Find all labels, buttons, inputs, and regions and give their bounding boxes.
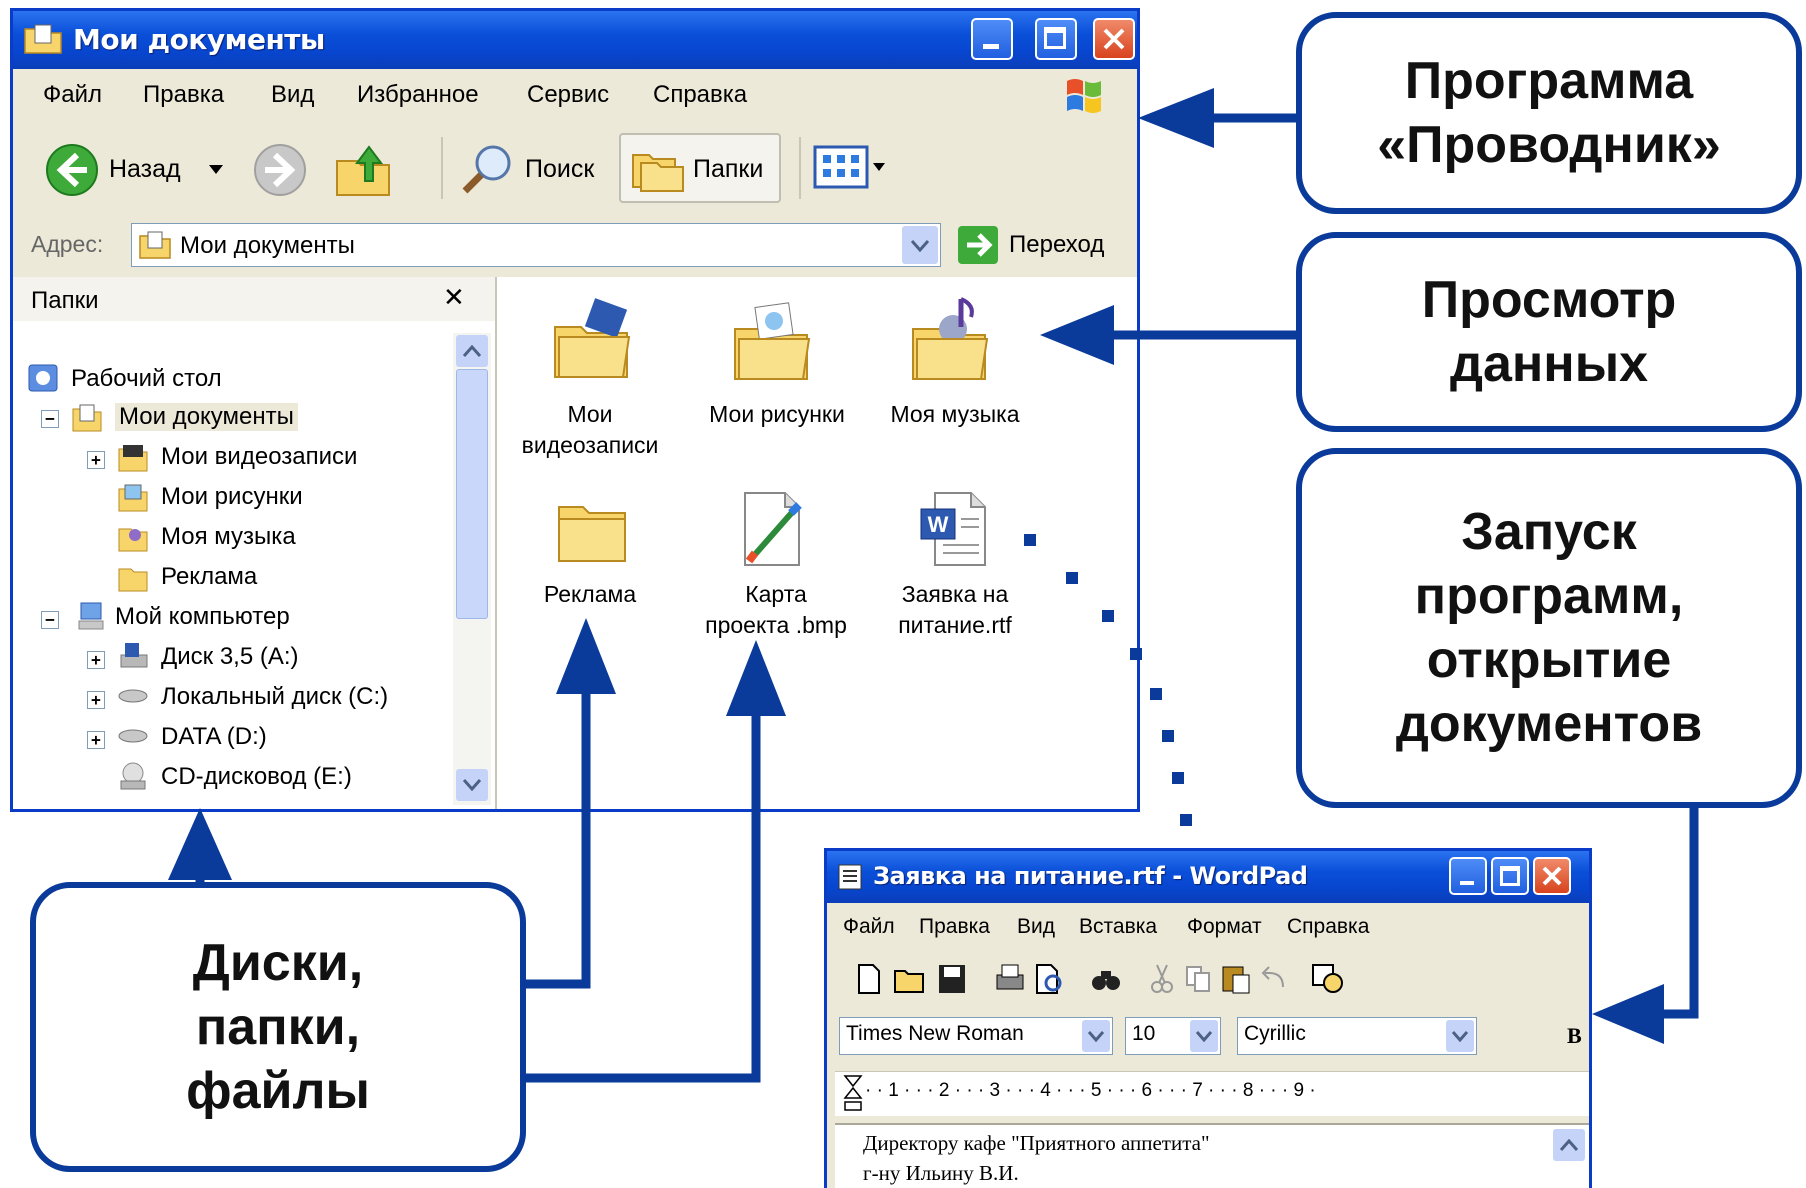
chevron-down-icon xyxy=(1196,1031,1212,1043)
arrowhead-explorer xyxy=(1138,88,1214,148)
arrow-files xyxy=(520,712,761,1083)
font-script-dropdown-button[interactable] xyxy=(1446,1020,1474,1052)
doc-line-2: г-ну Ильину В.И. xyxy=(863,1161,1019,1185)
document-area[interactable]: Директору кафе "Приятного аппетита" г-ну… xyxy=(835,1123,1589,1188)
font-size-value: 10 xyxy=(1132,1022,1156,1045)
wordpad-title: Заявка на питание.rtf - WordPad xyxy=(873,862,1308,890)
chevron-up-icon xyxy=(1560,1139,1578,1151)
wordpad-icon xyxy=(838,864,862,890)
doc-line-1: Директору кафе "Приятного аппетита" xyxy=(863,1131,1210,1155)
callout-disks-folders-files: Диски, папки, файлы xyxy=(30,882,526,1172)
wp-menu-edit[interactable]: Правка xyxy=(919,915,990,939)
wordpad-close-button[interactable] xyxy=(1533,857,1571,895)
wp-menu-file[interactable]: Файл xyxy=(843,915,895,939)
font-size-combo[interactable]: 10 xyxy=(1125,1017,1221,1055)
print-preview-icon[interactable] xyxy=(1033,963,1067,995)
indent-marker-icon[interactable] xyxy=(843,1074,863,1114)
font-name-combo[interactable]: Times New Roman xyxy=(839,1017,1113,1055)
bold-button[interactable]: B xyxy=(1567,1023,1582,1049)
arrowhead-view xyxy=(1040,305,1114,365)
copy-icon[interactable] xyxy=(1183,963,1213,995)
cut-icon[interactable] xyxy=(1147,963,1177,995)
new-document-icon[interactable] xyxy=(855,963,883,995)
print-icon[interactable] xyxy=(993,963,1027,995)
arrowhead-folders xyxy=(556,618,616,694)
font-script-combo[interactable]: Cyrillic xyxy=(1237,1017,1477,1055)
arrow-folders xyxy=(520,686,591,989)
wordpad-minimize-button[interactable] xyxy=(1449,857,1487,895)
save-icon[interactable] xyxy=(937,963,967,995)
font-name-dropdown-button[interactable] xyxy=(1082,1020,1110,1052)
open-folder-icon[interactable] xyxy=(893,963,927,995)
chevron-down-icon xyxy=(1452,1031,1468,1043)
insert-date-time-icon[interactable] xyxy=(1311,961,1345,995)
paste-icon[interactable] xyxy=(1219,961,1253,995)
wordpad-titlebar: Заявка на питание.rtf - WordPad xyxy=(827,851,1589,903)
wp-menu-view[interactable]: Вид xyxy=(1017,915,1055,939)
ruler: · · 1 · · · 2 · · · 3 · · · 4 · · · 5 · … xyxy=(835,1071,1589,1116)
font-size-dropdown-button[interactable] xyxy=(1190,1020,1218,1052)
undo-icon[interactable] xyxy=(1259,963,1289,995)
callout-explorer-program: Программа «Проводник» xyxy=(1296,12,1802,214)
dotted-connector xyxy=(1024,534,1192,826)
close-icon xyxy=(1542,866,1562,886)
callout-launch-programs: Запуск программ, открытие документов xyxy=(1296,448,1802,808)
arrowhead-files xyxy=(726,640,786,716)
doc-scroll-up-button[interactable] xyxy=(1553,1129,1585,1161)
find-icon[interactable] xyxy=(1089,963,1123,995)
arrowhead-disks xyxy=(168,808,232,880)
wordpad-window: Заявка на питание.rtf - WordPad Файл Пра… xyxy=(824,848,1592,1188)
arrow-launch xyxy=(1660,802,1699,1019)
ruler-scale: · · 1 · · · 2 · · · 3 · · · 4 · · · 5 · … xyxy=(865,1080,1316,1101)
font-name-value: Times New Roman xyxy=(846,1022,1024,1045)
callout-data-view: Просмотр данных xyxy=(1296,232,1802,432)
wordpad-maximize-button[interactable] xyxy=(1491,857,1529,895)
wp-menu-help[interactable]: Справка xyxy=(1287,915,1369,939)
chevron-down-icon xyxy=(1088,1031,1104,1043)
arrowhead-launch xyxy=(1592,984,1664,1044)
wp-menu-insert[interactable]: Вставка xyxy=(1079,915,1157,939)
font-script-value: Cyrillic xyxy=(1244,1022,1306,1045)
wp-menu-format[interactable]: Формат xyxy=(1187,915,1262,939)
